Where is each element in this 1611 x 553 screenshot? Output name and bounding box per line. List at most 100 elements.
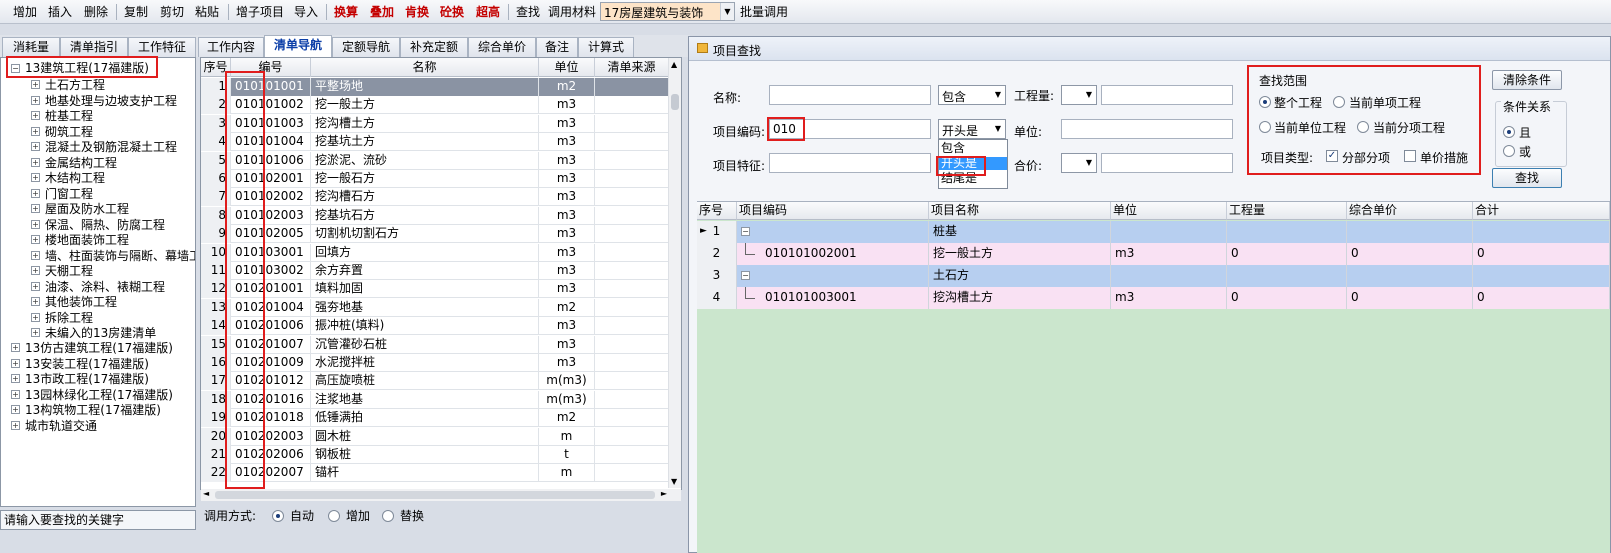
- add-subitem-button[interactable]: 增子项目: [236, 4, 284, 20]
- stack-button[interactable]: 叠加: [370, 4, 394, 20]
- expand-icon[interactable]: +: [11, 343, 20, 352]
- expand-icon[interactable]: +: [31, 173, 40, 182]
- quantity-operator-select[interactable]: ▼: [1061, 85, 1097, 105]
- scroll-right-icon[interactable]: ►: [661, 489, 667, 498]
- tree-child-item[interactable]: 墙、柱面装饰与隔断、幕墙工: [45, 248, 195, 264]
- call-mode-add-radio[interactable]: [328, 510, 340, 522]
- expand-icon[interactable]: +: [11, 358, 20, 368]
- tab-quota-navigation[interactable]: 定额导航: [332, 37, 400, 57]
- result-header-cell[interactable]: 项目编码: [737, 202, 929, 220]
- table-row[interactable]: 15 010201007 沉管灌砂石桩 m3: [201, 335, 669, 354]
- tab-unit-price[interactable]: 综合单价: [468, 37, 536, 57]
- expand-icon[interactable]: +: [31, 111, 40, 120]
- relation-or-radio[interactable]: [1503, 145, 1515, 157]
- table-row[interactable]: 13 010201004 强夯地基 m2: [201, 298, 669, 317]
- result-row[interactable]: 2 010101002001 挖一般土方 m3 0 0 0: [697, 243, 1610, 265]
- tab-work-content[interactable]: 工作内容: [198, 37, 264, 57]
- result-row[interactable]: 4 010101003001 挖沟槽土方 m3 0 0 0: [697, 287, 1610, 309]
- expand-icon[interactable]: +: [11, 420, 20, 430]
- replace-button[interactable]: 肯换: [405, 4, 429, 20]
- dropdown-option-contains[interactable]: 包含: [939, 142, 1007, 155]
- tab-work-feature[interactable]: 工作特征: [128, 37, 196, 57]
- expand-icon[interactable]: +: [31, 250, 40, 260]
- feature-input[interactable]: [769, 153, 931, 173]
- expand-icon[interactable]: +: [31, 297, 40, 306]
- table-row[interactable]: 1 010101001 平整场地 m2: [201, 78, 669, 96]
- tree-child-item[interactable]: 土石方工程: [45, 77, 105, 93]
- tree-child-item[interactable]: 未编入的13房建清单: [45, 325, 156, 341]
- tree-child-item[interactable]: 门窗工程: [45, 186, 93, 202]
- table-row[interactable]: 10 010103001 回填方 m3: [201, 243, 669, 262]
- expand-icon[interactable]: +: [31, 126, 40, 136]
- table-row[interactable]: 21 010202006 钢板桩 t: [201, 446, 669, 464]
- tree-child-item[interactable]: 屋面及防水工程: [45, 201, 129, 217]
- table-row[interactable]: 11 010103002 余方弃置 m3: [201, 262, 669, 280]
- name-input[interactable]: [769, 85, 931, 105]
- tab-formula[interactable]: 计算式: [578, 37, 634, 57]
- add-button[interactable]: 增加: [13, 4, 37, 20]
- table-row[interactable]: 17 010201012 高压旋喷桩 m(m3): [201, 372, 669, 391]
- expand-icon[interactable]: +: [31, 188, 40, 198]
- tree-search-input[interactable]: 请输入要查找的关键字: [0, 510, 196, 530]
- tree-child-item[interactable]: 楼地面装饰工程: [45, 232, 129, 248]
- search-button[interactable]: 查找: [1492, 168, 1562, 188]
- table-row[interactable]: 19 010201018 低锤满拍 m2: [201, 409, 669, 428]
- clear-conditions-button[interactable]: 清除条件: [1492, 70, 1562, 90]
- result-row[interactable]: ► 1− 桩基: [697, 221, 1610, 243]
- table-row[interactable]: 3 010101003 挖沟槽土方 m3: [201, 114, 669, 133]
- price-operator-select[interactable]: ▼: [1061, 153, 1097, 173]
- collapse-icon[interactable]: −: [741, 271, 750, 280]
- tree-child-item[interactable]: 桩基工程: [45, 108, 93, 124]
- copy-button[interactable]: 复制: [124, 4, 148, 20]
- expand-icon[interactable]: +: [31, 281, 40, 291]
- table-row[interactable]: 22 010202007 锚杆 m: [201, 464, 669, 483]
- tab-remarks[interactable]: 备注: [536, 37, 578, 57]
- grid-vertical-scrollbar[interactable]: ▲ ▼: [668, 58, 681, 488]
- scroll-down-icon[interactable]: ▼: [671, 477, 677, 486]
- scroll-left-icon[interactable]: ◄: [203, 489, 209, 498]
- table-row[interactable]: 20 010202003 圆木桩 m: [201, 427, 669, 446]
- grid-horizontal-scrollbar[interactable]: ◄ ►: [201, 489, 681, 501]
- result-header-cell[interactable]: 合计: [1473, 202, 1610, 220]
- expand-icon[interactable]: +: [31, 328, 40, 337]
- grid-header-cell[interactable]: 单位: [539, 58, 595, 77]
- tab-supplement-quota[interactable]: 补充定额: [400, 37, 468, 57]
- expand-icon[interactable]: +: [11, 389, 20, 399]
- expand-icon[interactable]: +: [31, 312, 40, 322]
- chevron-down-icon[interactable]: ▼: [720, 3, 734, 20]
- table-row[interactable]: 7 010102002 挖沟槽石方 m3: [201, 188, 669, 207]
- import-button[interactable]: 导入: [294, 4, 318, 20]
- name-mode-select[interactable]: 包含 ▼: [938, 85, 1006, 105]
- table-row[interactable]: 8 010102003 挖基坑石方 m3: [201, 206, 669, 225]
- tree-child-item[interactable]: 天棚工程: [45, 263, 93, 279]
- price-input[interactable]: [1101, 153, 1233, 173]
- tree-root-item[interactable]: 13市政工程(17福建版): [25, 371, 149, 387]
- result-header-cell[interactable]: 单位: [1111, 202, 1227, 220]
- relation-and-radio[interactable]: [1503, 126, 1515, 138]
- unit-input[interactable]: [1061, 119, 1233, 139]
- table-row[interactable]: 16 010201009 水泥搅拌桩 m3: [201, 354, 669, 372]
- tree-root-item[interactable]: 13构筑物工程(17福建版): [25, 402, 161, 418]
- table-row[interactable]: 18 010201016 注浆地基 m(m3): [201, 390, 669, 409]
- code-mode-select[interactable]: 开头是 ▼: [938, 119, 1006, 139]
- delete-button[interactable]: 删除: [84, 4, 108, 20]
- expand-icon[interactable]: +: [31, 157, 40, 167]
- tree-child-item[interactable]: 保温、隔热、防腐工程: [45, 217, 165, 233]
- expand-icon[interactable]: +: [31, 219, 40, 229]
- expand-icon[interactable]: +: [31, 142, 40, 151]
- overheight-button[interactable]: 超高: [476, 4, 500, 20]
- table-row[interactable]: 12 010201001 填料加固 m3: [201, 280, 669, 299]
- result-header-cell[interactable]: 项目名称: [929, 202, 1111, 220]
- tree-root-item[interactable]: 13园林绿化工程(17福建版): [25, 387, 173, 403]
- batch-call-button[interactable]: 批量调用: [740, 4, 788, 20]
- expand-icon[interactable]: +: [11, 374, 20, 383]
- scroll-up-icon[interactable]: ▲: [671, 60, 677, 69]
- insert-button[interactable]: 插入: [48, 4, 72, 20]
- tree-root-item[interactable]: 13仿古建筑工程(17福建版): [25, 340, 173, 356]
- expand-icon[interactable]: +: [31, 235, 40, 244]
- result-header-cell[interactable]: 工程量: [1227, 202, 1347, 220]
- tab-bill-guide[interactable]: 清单指引: [60, 37, 128, 57]
- convert-button[interactable]: 换算: [334, 4, 358, 20]
- tree-child-item[interactable]: 地基处理与边坡支护工程: [45, 93, 177, 109]
- grid-header-cell[interactable]: 清单来源: [595, 58, 669, 77]
